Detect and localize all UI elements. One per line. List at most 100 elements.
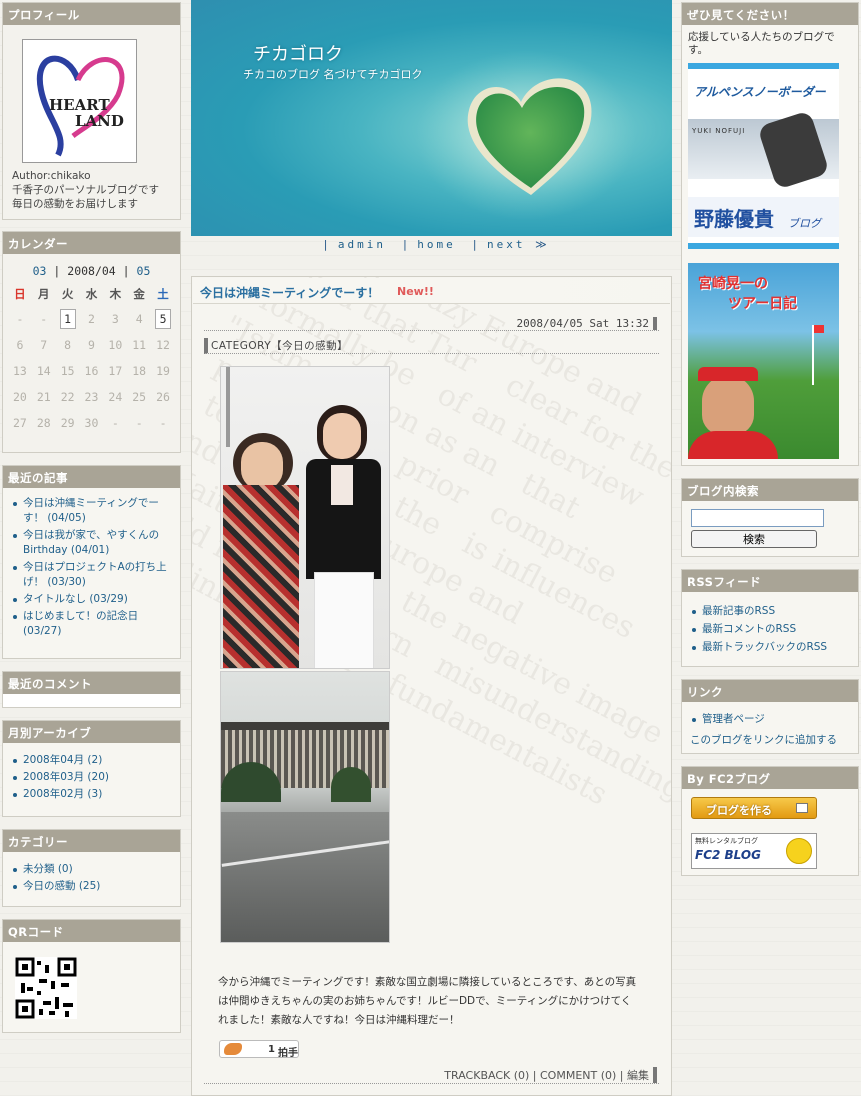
calendar-cell: 24 — [108, 390, 123, 404]
calendar-cell: - — [159, 416, 167, 430]
profile-desc-1: 千香子のパーソナルブログです — [12, 184, 159, 196]
banner1-sub: ブログ — [788, 217, 821, 230]
rss-link[interactable]: 最新コメントのRSS — [690, 622, 854, 637]
category-link[interactable]: 未分類 (0) — [11, 862, 176, 877]
category-title: カテゴリー — [3, 830, 180, 852]
clap-label: 拍手 — [278, 1048, 298, 1059]
profile-box: プロフィール HEART LAND Author:chikako 千香子のパーソ… — [2, 2, 181, 220]
recent-comments-box: 最近のコメント — [2, 671, 181, 708]
nav-sep: | — [471, 238, 482, 251]
top-nav: | admin | home | next ≫ — [191, 238, 672, 251]
qr-box: QRコード — [2, 919, 181, 1033]
fc2-banner[interactable]: 無料レンタルブログ FC2 BLOG — [691, 833, 817, 869]
banner-snowboarder[interactable]: アルペンスノーボーダー YUKI NOFUJI 野藤優貴 ブログ — [688, 63, 839, 249]
calendar-cell: 10 — [108, 338, 123, 352]
nav-sep: | — [401, 238, 412, 251]
nav-next-link[interactable]: next — [487, 238, 526, 251]
comment-link[interactable]: COMMENT (0) — [540, 1069, 616, 1082]
weekday-fri: 金 — [133, 287, 145, 301]
search-button[interactable]: 検索 — [691, 530, 817, 548]
post-category[interactable]: CATEGORY【今日の感動】 — [204, 338, 659, 354]
recent-posts-box: 最近の記事 今日は沖縄ミーティングでーす！ (04/05) 今日は我が家で、やす… — [2, 465, 181, 659]
archive-link[interactable]: 2008年04月 (2) — [11, 753, 176, 768]
calendar-current: 2008/04 — [67, 264, 116, 278]
post-footer: TRACKBACK (0) | COMMENT (0) | 編集 — [444, 1067, 657, 1083]
category-box: カテゴリー 未分類 (0) 今日の感動 (25) — [2, 829, 181, 907]
calendar-cell: 16 — [84, 364, 99, 378]
calendar-cell: 15 — [60, 364, 75, 378]
category-link[interactable]: 今日の感動 (25) — [11, 879, 176, 894]
banner1-name: YUKI NOFUJI — [692, 127, 746, 135]
recent-post-link[interactable]: 今日は我が家で、やすくんのBirthday (04/01) — [11, 528, 176, 558]
profile-desc-2: 毎日の感動をお届けします — [12, 198, 138, 210]
blog-subtitle: チカコのブログ 名づけてチカゴロク — [243, 68, 423, 81]
post-photo-people[interactable] — [220, 366, 390, 669]
blog-title[interactable]: チカゴロク — [253, 40, 343, 66]
search-input[interactable] — [691, 509, 824, 527]
weekday-tue: 火 — [61, 287, 74, 301]
calendar-cell: - — [135, 416, 143, 430]
banner1-jp-name: 野藤優貴 — [694, 207, 774, 231]
weekday-thu: 木 — [109, 287, 122, 301]
calendar-cell: 14 — [36, 364, 51, 378]
mustsee-box: ぜひ見てください！ 応援している人たちのブログです。 アルペンスノーボーダー Y… — [681, 2, 859, 466]
trackback-link[interactable]: TRACKBACK (0) — [444, 1069, 529, 1082]
clap-button[interactable]: 1 拍手 — [219, 1040, 299, 1059]
archive-title: 月別アーカイブ — [3, 721, 180, 743]
heart-logo-icon: HEART LAND — [36, 55, 125, 157]
make-blog-button[interactable]: ブログを作る — [691, 797, 817, 819]
recent-post-link[interactable]: 今日はプロジェクトAの打ち上げ！ (03/30) — [11, 560, 176, 590]
mustsee-text: 応援している人たちのブログです。 — [688, 31, 835, 56]
banner2-line1: 宮崎晃一の — [698, 276, 768, 292]
post-photo-building[interactable] — [220, 671, 390, 943]
calendar-cell: 25 — [132, 390, 147, 404]
clap-hands-icon — [224, 1043, 242, 1055]
calendar-table: 日 月 火 水 木 金 土 - - 1 2 3 4 5 6 7 8 9 10 1… — [8, 282, 175, 436]
post-entry: wording, crazy Europe and separatists ue… — [191, 276, 672, 1096]
calendar-cell: 4 — [135, 312, 143, 326]
archive-link[interactable]: 2008年03月 (20) — [11, 770, 176, 785]
banner1-title: アルペンスノーボーダー — [688, 83, 839, 105]
rss-link[interactable]: 最新トラックバックのRSS — [690, 640, 854, 655]
calendar-box: カレンダー 03 | 2008/04 | 05 日 月 火 水 木 金 土 - … — [2, 231, 181, 453]
profile-author: Author:chikako — [12, 170, 91, 182]
rss-link[interactable]: 最新記事のRSS — [690, 604, 854, 619]
duck-icon — [786, 838, 812, 864]
calendar-next-link[interactable]: 05 — [137, 264, 151, 278]
banner2-line2: ツアー日記 — [728, 296, 798, 312]
calendar-prev-link[interactable]: 03 — [33, 264, 47, 278]
post-date: 2008/04/05 Sat 13:32 — [517, 317, 657, 330]
calendar-cell: 29 — [60, 416, 75, 430]
calendar-cell: 26 — [156, 390, 170, 404]
new-badge: New!! — [397, 285, 434, 298]
rss-title: RSSフィード — [682, 570, 858, 592]
post-title[interactable]: 今日は沖縄ミーティングでーす！ — [200, 284, 379, 301]
recent-post-link[interactable]: はじめまして！の記念日 (03/27) — [11, 609, 176, 639]
edit-link[interactable]: 編集 — [627, 1069, 649, 1082]
calendar-day-link[interactable]: 1 — [56, 306, 80, 332]
archive-link[interactable]: 2008年02月 (3) — [11, 787, 176, 802]
calendar-cell: 17 — [108, 364, 123, 378]
calendar-cell: 22 — [60, 390, 75, 404]
admin-page-link[interactable]: 管理者ページ — [690, 712, 854, 727]
recent-post-link[interactable]: 今日は沖縄ミーティングでーす！ (04/05) — [11, 496, 176, 526]
weekday-sun: 日 — [14, 287, 26, 301]
calendar-cell: 6 — [16, 338, 24, 352]
nav-sep: | — [322, 238, 332, 251]
profile-logo[interactable]: HEART LAND — [22, 39, 137, 163]
add-link-link[interactable]: このブログをリンクに追加する — [690, 732, 837, 747]
post-body: 今から沖縄でミーティングです！素敵な国立劇場に隣接しているところです、あとの写真… — [218, 976, 637, 1026]
calendar-day-link[interactable]: 5 — [151, 306, 175, 332]
fc2-rental-text: 無料レンタルブログ — [695, 837, 758, 845]
nav-admin-link[interactable]: admin — [338, 238, 386, 251]
banner-golfer[interactable]: 宮崎晃一の ツアー日記 — [688, 263, 839, 459]
nav-home-link[interactable]: home — [417, 238, 456, 251]
calendar-cell: 18 — [132, 364, 147, 378]
pencil-icon — [796, 803, 808, 813]
heart-island-icon — [416, 50, 636, 220]
fc2-logo-text: FC2 BLOG — [695, 848, 761, 862]
weekday-wed: 水 — [85, 287, 98, 301]
recent-post-link[interactable]: タイトルなし (03/29) — [11, 592, 176, 607]
calendar-cell: - — [40, 312, 48, 326]
weekday-sat: 土 — [157, 287, 169, 301]
